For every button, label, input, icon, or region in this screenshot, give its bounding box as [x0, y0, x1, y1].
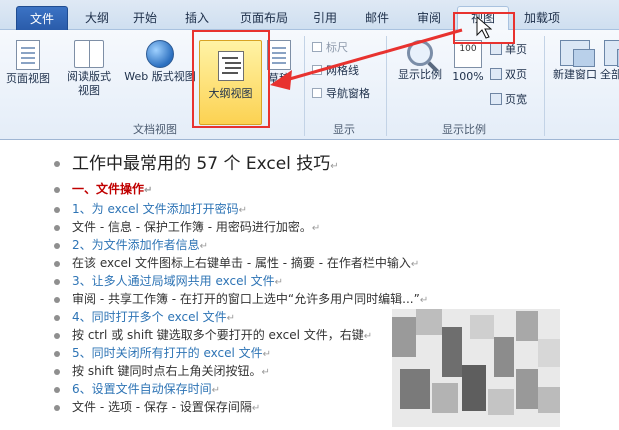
section-heading-text: 一、文件操作: [72, 182, 145, 196]
outline-line: 按 ctrl 或 shift 键选取多个要打开的 excel 文件，右键↵: [54, 327, 372, 345]
paragraph-mark: ↵: [238, 205, 248, 216]
outline-line: 按 shift 键同时点右上角关闭按钮。↵: [54, 363, 270, 381]
outline-line: 3、让多人通过局域网共用 excel 文件↵: [54, 273, 283, 291]
document-area[interactable]: 工作中最常用的 57 个 Excel 技巧↵ 一、文件操作↵ 1、为 excel…: [0, 141, 619, 430]
paragraph-mark: ↵: [363, 331, 373, 342]
outline-line: 文件 - 选项 - 保存 - 设置保存间隔↵: [54, 399, 260, 417]
outline-line-text: 按 ctrl 或 shift 键选取多个要打开的 excel 文件，右键: [72, 328, 364, 342]
paragraph-mark: ↵: [251, 403, 261, 414]
section-heading: 一、文件操作↵: [54, 181, 152, 199]
paragraph-mark: ↵: [274, 277, 284, 288]
outline-line: 1、为 excel 文件添加打开密码↵: [54, 201, 247, 219]
outline-line-text: 4、同时打开多个 excel 文件: [72, 310, 227, 324]
outline-line: 6、设置文件自动保存时间↵: [54, 381, 220, 399]
paragraph-mark: ↵: [410, 259, 420, 270]
mouse-cursor-icon: [476, 16, 492, 39]
outline-bullet: [54, 207, 60, 213]
outline-line-text: 3、让多人通过局域网共用 excel 文件: [72, 274, 275, 288]
outline-line-text: 按 shift 键同时点右上角关闭按钮。: [72, 364, 262, 378]
outline-bullet: [54, 161, 60, 167]
outline-line: 4、同时打开多个 excel 文件↵: [54, 309, 235, 327]
outline-bullet: [54, 243, 60, 249]
paragraph-mark: ↵: [311, 223, 321, 234]
outline-line-text: 审阅 - 共享工作簿 - 在打开的窗口上选中“允许多用户同时编辑...”: [72, 292, 420, 306]
outline-bullet: [54, 315, 60, 321]
outline-bullet: [54, 187, 60, 193]
outline-bullet: [54, 261, 60, 267]
outline-line-text: 2、为文件添加作者信息: [72, 238, 200, 252]
outline-bullet: [54, 297, 60, 303]
paragraph-mark: ↵: [199, 241, 209, 252]
outline-bullet: [54, 279, 60, 285]
paragraph-mark: ↵: [419, 295, 429, 306]
outline-bullet: [54, 405, 60, 411]
paragraph-mark: ↵: [261, 367, 270, 378]
outline-line: 2、为文件添加作者信息↵: [54, 237, 208, 255]
paragraph-mark: ↵: [226, 313, 236, 324]
outline-line-text: 5、同时关闭所有打开的 excel 文件: [72, 346, 263, 360]
outline-bullet: [54, 225, 60, 231]
document-title: 工作中最常用的 57 个 Excel 技巧↵: [54, 153, 339, 178]
outline-line: 文件 - 信息 - 保护工作簿 - 用密码进行加密。↵: [54, 219, 320, 237]
paragraph-mark: ↵: [330, 161, 339, 172]
outline-line-text: 文件 - 信息 - 保护工作簿 - 用密码进行加密。: [72, 220, 312, 234]
outline-line-text: 1、为 excel 文件添加打开密码: [72, 202, 239, 216]
outline-line-text: 文件 - 选项 - 保存 - 设置保存间隔: [72, 400, 252, 414]
paragraph-mark: ↵: [211, 385, 221, 396]
document-title-text: 工作中最常用的 57 个 Excel 技巧: [72, 154, 331, 174]
outline-line: 审阅 - 共享工作簿 - 在打开的窗口上选中“允许多用户同时编辑...”↵: [54, 291, 428, 309]
outline-line-text: 在该 excel 文件图标上右键单击 - 属性 - 摘要 - 在作者栏中输入: [72, 256, 411, 270]
outline-bullet: [54, 387, 60, 393]
outline-bullet: [54, 333, 60, 339]
outline-bullet: [54, 369, 60, 375]
paragraph-mark: ↵: [144, 185, 153, 196]
outline-line: 在该 excel 文件图标上右键单击 - 属性 - 摘要 - 在作者栏中输入↵: [54, 255, 419, 273]
outline-bullet: [54, 351, 60, 357]
paragraph-mark: ↵: [262, 349, 272, 360]
outline-line: 5、同时关闭所有打开的 excel 文件↵: [54, 345, 271, 363]
outline-line-text: 6、设置文件自动保存时间: [72, 382, 212, 396]
pixelated-region: [392, 309, 560, 427]
